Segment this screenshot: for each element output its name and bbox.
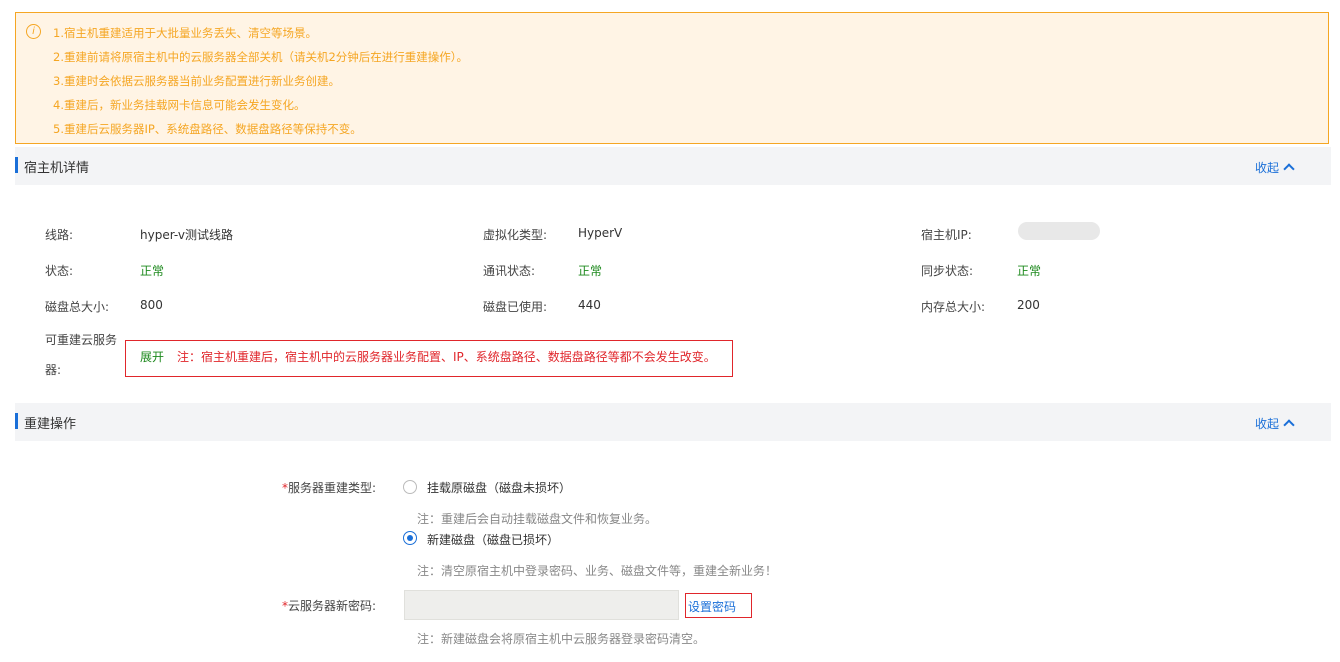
rebuild-type-label-text: 服务器重建类型: bbox=[287, 481, 376, 495]
rebuild-operation-header: 重建操作 收起 bbox=[15, 403, 1331, 441]
notice-line: 1.宿主机重建适用于大批量业务丢失、清空等场景。 bbox=[53, 26, 317, 40]
set-password-link[interactable]: 设置密码 bbox=[688, 598, 736, 615]
notice-line: 3.重建时会依据云服务器当前业务配置进行新业务创建。 bbox=[53, 74, 340, 88]
option-hint: 注：重建后会自动挂载磁盘文件和恢复业务。 bbox=[417, 512, 658, 526]
notice-line: 5.重建后云服务器IP、系统盘路径、数据盘路径等保持不变。 bbox=[53, 122, 362, 136]
disk-total-label: 磁盘总大小: bbox=[45, 300, 110, 314]
section-marker bbox=[15, 157, 18, 173]
notice-box: i 1.宿主机重建适用于大批量业务丢失、清空等场景。 2.重建前请将原宿主机中的… bbox=[15, 12, 1329, 144]
collapse-button[interactable]: 收起 bbox=[1254, 159, 1295, 176]
section-title: 宿主机详情 bbox=[24, 161, 90, 176]
virt-type-value: HyperV bbox=[578, 226, 623, 240]
section-title: 重建操作 bbox=[24, 417, 77, 432]
disk-used-value: 440 bbox=[578, 298, 601, 312]
rebuildable-servers-label: 可重建云服务 bbox=[45, 333, 118, 347]
rebuild-type-label: *服务器重建类型: bbox=[282, 479, 376, 496]
chevron-up-icon bbox=[1283, 163, 1295, 175]
option-label[interactable]: 挂载原磁盘（磁盘未损坏） bbox=[427, 479, 571, 496]
info-icon: i bbox=[26, 24, 41, 39]
notice-line: 4.重建后，新业务挂载网卡信息可能会发生变化。 bbox=[53, 98, 306, 112]
expand-button[interactable]: 展开 bbox=[140, 348, 164, 365]
option-label[interactable]: 新建磁盘（磁盘已损坏） bbox=[427, 531, 559, 548]
disk-used-label: 磁盘已使用: bbox=[483, 300, 548, 314]
new-password-field[interactable] bbox=[404, 590, 679, 620]
rebuild-warning-text: 注：宿主机重建后，宿主机中的云服务器业务配置、IP、系统盘路径、数据盘路径等都不… bbox=[177, 350, 716, 364]
memory-total-label: 内存总大小: bbox=[921, 300, 986, 314]
status-value: 正常 bbox=[140, 264, 165, 278]
radio-mount-original-disk[interactable] bbox=[403, 480, 417, 494]
host-ip-redacted bbox=[1018, 222, 1100, 240]
radio-new-disk[interactable] bbox=[403, 531, 417, 545]
collapse-button[interactable]: 收起 bbox=[1254, 415, 1295, 432]
host-details-header: 宿主机详情 收起 bbox=[15, 147, 1331, 185]
line-value: hyper-v测试线路 bbox=[140, 228, 233, 242]
sync-status-label: 同步状态: bbox=[921, 264, 974, 278]
virt-type-label: 虚拟化类型: bbox=[483, 228, 548, 242]
comm-status-label: 通讯状态: bbox=[483, 264, 536, 278]
notice-line: 2.重建前请将原宿主机中的云服务器全部关机（请关机2分钟后在进行重建操作）。 bbox=[53, 50, 469, 64]
chevron-up-icon bbox=[1283, 419, 1295, 431]
option-hint: 注：清空原宿主机中登录密码、业务、磁盘文件等，重建全新业务！ bbox=[417, 564, 778, 578]
section-marker bbox=[15, 413, 18, 429]
host-ip-label: 宿主机IP: bbox=[921, 228, 972, 242]
status-label: 状态: bbox=[45, 264, 74, 278]
sync-status-value: 正常 bbox=[1017, 264, 1042, 278]
new-password-label: *云服务器新密码: bbox=[282, 597, 376, 614]
collapse-label: 收起 bbox=[1254, 417, 1279, 431]
new-password-label-text: 云服务器新密码: bbox=[287, 599, 376, 613]
disk-total-value: 800 bbox=[140, 298, 163, 312]
line-label: 线路: bbox=[45, 228, 74, 242]
password-hint: 注：新建磁盘会将原宿主机中云服务器登录密码清空。 bbox=[417, 632, 706, 646]
comm-status-value: 正常 bbox=[578, 264, 603, 278]
memory-total-value: 200 bbox=[1017, 298, 1040, 312]
collapse-label: 收起 bbox=[1254, 161, 1279, 175]
rebuildable-servers-label-cont: 器: bbox=[45, 363, 62, 377]
